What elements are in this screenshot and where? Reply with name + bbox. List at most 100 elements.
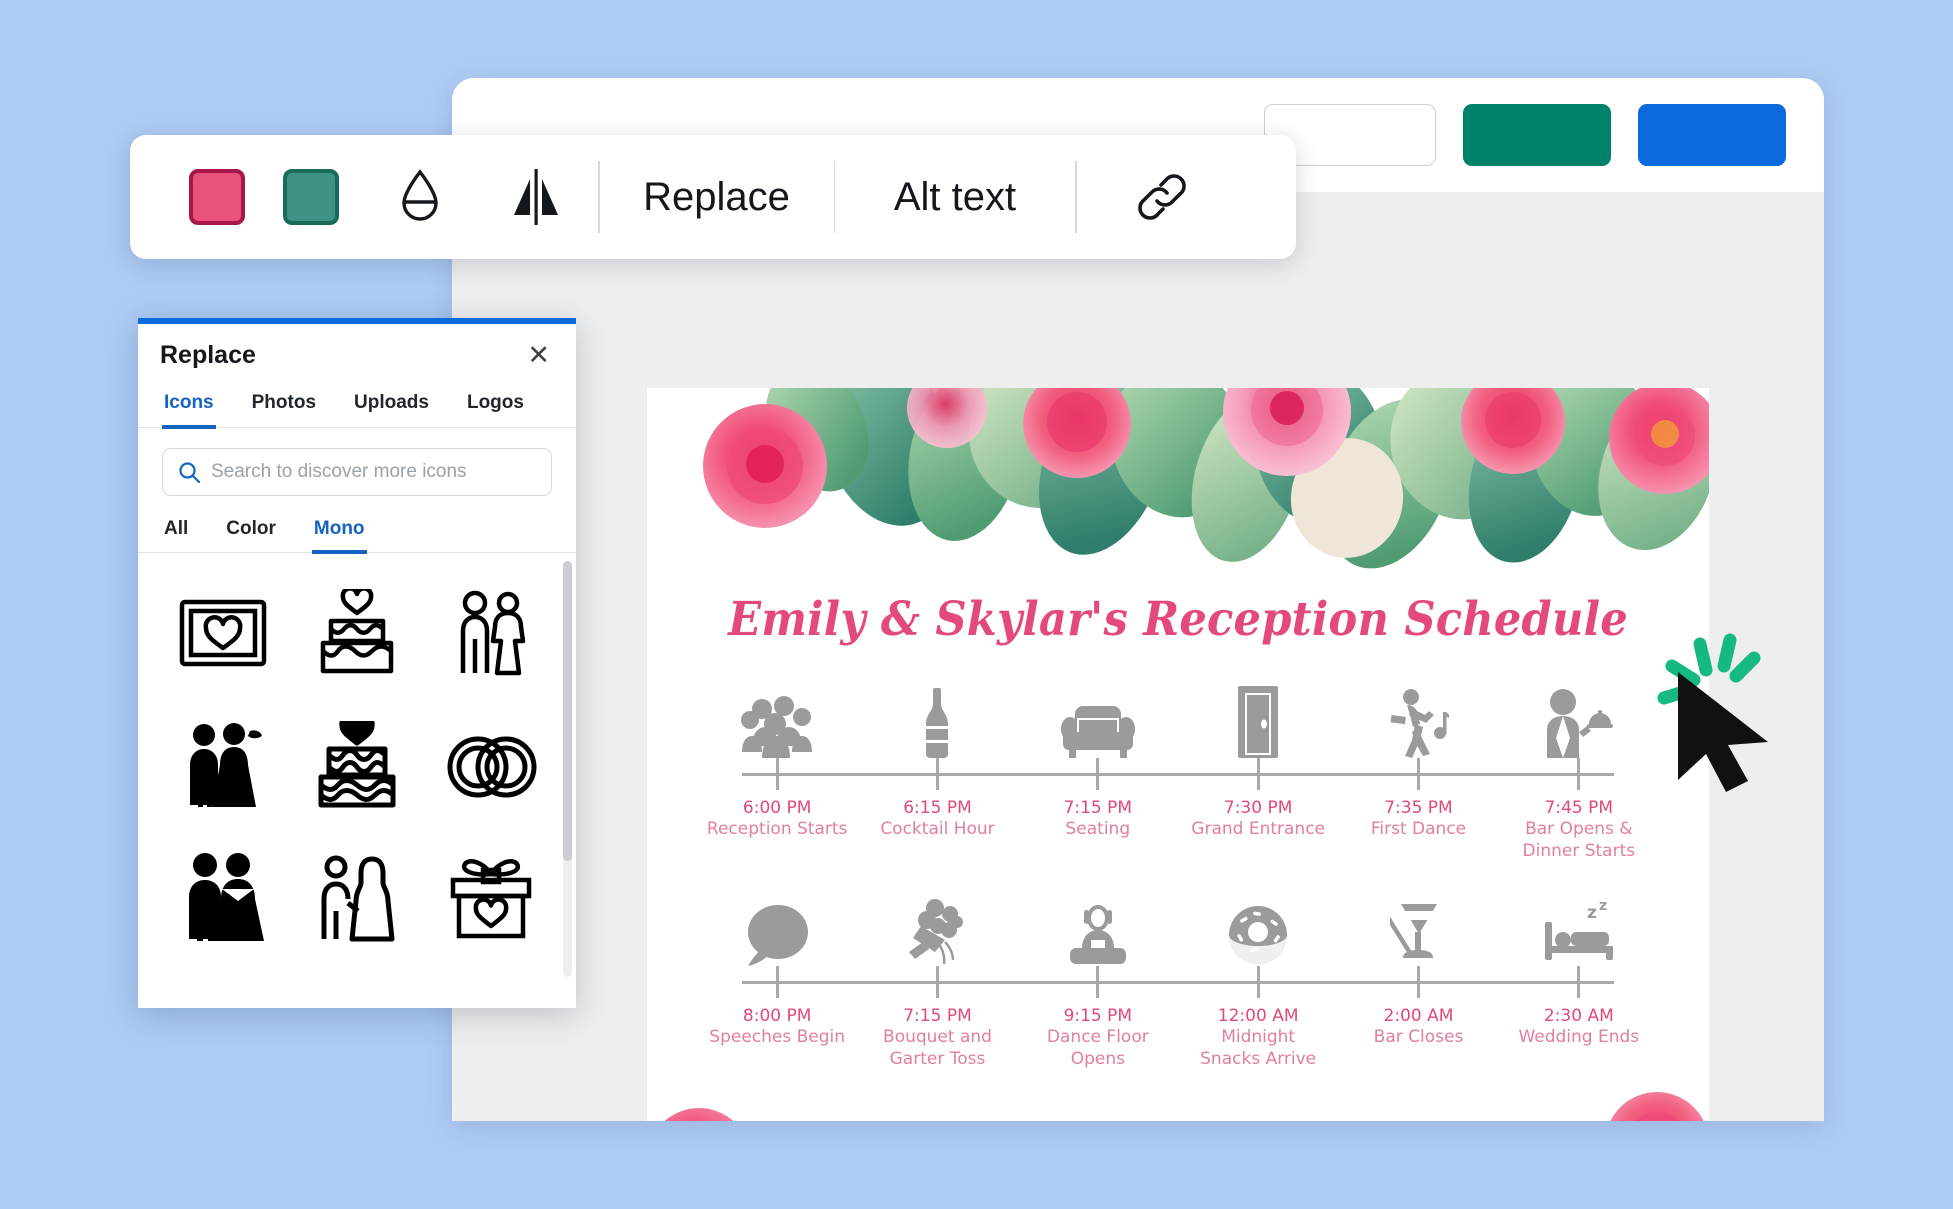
- event-time: 2:30 AM: [1543, 1006, 1614, 1026]
- scrollbar-thumb[interactable]: [563, 561, 572, 861]
- timeline-event[interactable]: 12:00 AM Midnight Snacks Arrive: [1178, 1006, 1338, 1071]
- couple-bride-groom-filled-icon[interactable]: [160, 703, 286, 827]
- tab-icons[interactable]: Icons: [162, 386, 216, 429]
- event-name: Speeches Begin: [709, 1027, 846, 1048]
- event-name: First Dance: [1370, 819, 1467, 840]
- alt-text-button[interactable]: Alt text: [894, 175, 1016, 220]
- tiered-cake-heart-icon[interactable]: [294, 703, 420, 827]
- wedding-rings-icon[interactable]: [428, 703, 554, 827]
- format-toolbar: Replace Alt text: [130, 135, 1296, 259]
- timeline-icon-bouquet[interactable]: [857, 888, 1017, 966]
- icon-results-area[interactable]: [138, 553, 576, 983]
- timeline-row-1: 6:00 PM Reception Starts 6:15 PM Cocktai…: [697, 680, 1659, 863]
- event-time: 2:00 AM: [1383, 1006, 1454, 1026]
- timeline-event[interactable]: 9:15 PM Dance Floor Opens: [1018, 1006, 1178, 1071]
- timeline-row-1-icons: [697, 680, 1659, 758]
- topbar-blue-button[interactable]: [1638, 104, 1786, 166]
- timeline-icon-wine-bottle[interactable]: [857, 680, 1017, 758]
- event-time: 6:15 PM: [903, 798, 972, 818]
- timeline-row-1-labels: 6:00 PM Reception Starts 6:15 PM Cocktai…: [697, 790, 1659, 863]
- event-time: 7:45 PM: [1544, 798, 1614, 818]
- event-name: Wedding Ends: [1518, 1027, 1640, 1048]
- design-document[interactable]: Emily & Skylar's Reception Schedule 6:00…: [647, 388, 1709, 1121]
- timeline-icon-bed-sleep[interactable]: z z: [1499, 888, 1659, 966]
- panel-title: Replace: [160, 340, 256, 369]
- icon-grid: [138, 553, 576, 959]
- timeline-event[interactable]: 6:15 PM Cocktail Hour: [857, 798, 1017, 863]
- search-area: [138, 428, 576, 502]
- design-title[interactable]: Emily & Skylar's Reception Schedule: [689, 592, 1666, 647]
- floral-bottom-right-image: [1610, 1092, 1704, 1121]
- timeline-icon-speech-bubble[interactable]: [697, 888, 857, 966]
- framed-heart-icon[interactable]: [160, 571, 286, 695]
- design-canvas[interactable]: Emily & Skylar's Reception Schedule 6:00…: [452, 192, 1824, 1121]
- topbar-teal-button[interactable]: [1463, 104, 1611, 166]
- timeline-event[interactable]: 6:00 PM Reception Starts: [697, 798, 857, 863]
- timeline-icon-door[interactable]: [1178, 680, 1338, 758]
- event-name: Midnight Snacks Arrive: [1200, 1027, 1317, 1069]
- timeline-icon-group-people[interactable]: [697, 680, 857, 758]
- couple-embrace-filled-icon[interactable]: [160, 835, 286, 959]
- timeline-icon-dj[interactable]: [1018, 888, 1178, 966]
- event-name: Seating: [1065, 819, 1131, 840]
- timeline-icon-waiter-tray[interactable]: [1499, 680, 1659, 758]
- event-time: 7:35 PM: [1384, 798, 1453, 818]
- filter-all[interactable]: All: [162, 518, 190, 552]
- tab-uploads[interactable]: Uploads: [352, 386, 431, 427]
- event-name: Dance Floor Opens: [1046, 1027, 1149, 1069]
- search-box[interactable]: [162, 448, 552, 496]
- timeline-icon-dancing-person[interactable]: [1338, 680, 1498, 758]
- timeline-event[interactable]: 8:00 PM Speeches Begin: [697, 1006, 857, 1071]
- screen: Emily & Skylar's Reception Schedule 6:00…: [0, 0, 1953, 1209]
- timeline-event[interactable]: 7:35 PM First Dance: [1338, 798, 1498, 863]
- event-time: 6:00 PM: [742, 798, 812, 818]
- droplet-icon[interactable]: [389, 166, 451, 228]
- timeline-icon-donut[interactable]: [1178, 888, 1338, 966]
- event-time: 12:00 AM: [1217, 1006, 1299, 1026]
- wedding-cake-heart-icon[interactable]: [294, 571, 420, 695]
- event-time: 9:15 PM: [1063, 1006, 1133, 1026]
- timeline-row-2-labels: 8:00 PM Speeches Begin 7:15 PM Bouquet a…: [697, 998, 1659, 1071]
- arrow-cursor-icon: [1678, 672, 1768, 792]
- timeline-icon-no-alcohol[interactable]: [1338, 888, 1498, 966]
- event-time: 7:15 PM: [1063, 798, 1133, 818]
- timeline-event[interactable]: 7:15 PM Bouquet and Garter Toss: [857, 1006, 1017, 1071]
- event-name: Cocktail Hour: [880, 819, 995, 840]
- secondary-color-swatch[interactable]: [283, 169, 339, 225]
- event-time: 7:15 PM: [903, 1006, 972, 1026]
- tab-logos[interactable]: Logos: [465, 386, 526, 427]
- timeline-row-2-icons: z z: [697, 888, 1659, 966]
- replace-button[interactable]: Replace: [643, 175, 790, 220]
- floral-bottom-left-image: [664, 1108, 734, 1121]
- primary-color-swatch[interactable]: [189, 169, 245, 225]
- search-input[interactable]: [211, 461, 536, 483]
- event-name: Grand Entrance: [1191, 819, 1325, 840]
- couple-bride-groom-outline-icon[interactable]: [294, 835, 420, 959]
- timeline-event[interactable]: 7:15 PM Seating: [1018, 798, 1178, 863]
- event-name: Bar Opens & Dinner Starts: [1522, 819, 1636, 861]
- event-name: Bouquet and Garter Toss: [883, 1027, 992, 1069]
- event-time: 7:30 PM: [1223, 798, 1293, 818]
- tab-photos[interactable]: Photos: [250, 386, 318, 427]
- timeline-row-2-axis: [697, 966, 1659, 998]
- replace-panel: Replace ✕ Icons Photos Uploads Logos All…: [138, 318, 576, 1008]
- link-icon[interactable]: [1131, 166, 1193, 228]
- event-name: Bar Closes: [1373, 1027, 1464, 1048]
- timeline-event[interactable]: 2:00 AM Bar Closes: [1338, 1006, 1498, 1071]
- close-icon[interactable]: ✕: [527, 341, 550, 369]
- timeline-row-2: z z 8:00 PM Speeches Begin 7:15 PM Bouqu…: [697, 888, 1659, 1071]
- gift-box-heart-icon[interactable]: [428, 835, 554, 959]
- couple-standing-icon[interactable]: [428, 571, 554, 695]
- event-name: Reception Starts: [706, 819, 848, 840]
- search-icon: [179, 462, 200, 483]
- filter-mono[interactable]: Mono: [311, 518, 367, 554]
- svg-text:z: z: [1599, 900, 1607, 914]
- timeline-row-1-axis: [697, 758, 1659, 790]
- flip-horizontal-icon[interactable]: [505, 166, 567, 228]
- timeline-icon-armchair[interactable]: [1018, 680, 1178, 758]
- timeline-event[interactable]: 7:45 PM Bar Opens & Dinner Starts: [1499, 798, 1659, 863]
- svg-text:z: z: [1587, 903, 1597, 923]
- timeline-event[interactable]: 2:30 AM Wedding Ends: [1499, 1006, 1659, 1071]
- filter-color[interactable]: Color: [224, 518, 278, 552]
- timeline-event[interactable]: 7:30 PM Grand Entrance: [1178, 798, 1338, 863]
